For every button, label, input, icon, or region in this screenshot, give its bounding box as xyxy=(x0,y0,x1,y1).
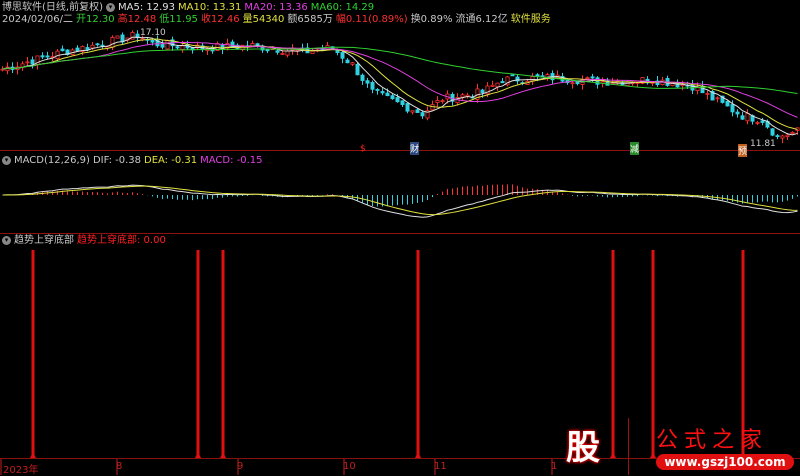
divider xyxy=(0,233,800,234)
watermark-logo: 股 公式之家 www.gszj100.com xyxy=(556,418,800,475)
signal-bar xyxy=(221,250,225,455)
candle-body xyxy=(255,43,260,46)
indicator-value: : 0.00 xyxy=(137,235,166,246)
candle-body xyxy=(755,122,760,124)
x-tick: 9 xyxy=(237,461,244,472)
candle-body xyxy=(480,89,485,94)
candle-body xyxy=(165,40,170,50)
x-tick: 8 xyxy=(116,461,123,472)
candle-body xyxy=(785,134,790,137)
candle-body xyxy=(740,115,745,120)
candle-body xyxy=(385,92,390,97)
candle-body xyxy=(275,50,280,53)
candle-body xyxy=(30,59,35,65)
high-price-label: 17.10 xyxy=(140,28,166,38)
candle-body xyxy=(160,43,165,48)
candle-body xyxy=(730,104,735,113)
candle-body xyxy=(85,47,90,51)
candle-body xyxy=(395,97,400,103)
candle-body xyxy=(625,81,630,87)
candle-body xyxy=(760,120,765,123)
candle-body xyxy=(780,135,785,139)
candle-body xyxy=(265,49,270,52)
candle-body xyxy=(340,52,345,59)
macd-title: MACD(12,26,9) xyxy=(14,155,90,166)
candle-body xyxy=(500,81,505,84)
dif-value: DIF: -0.38 xyxy=(92,155,141,166)
candle-body xyxy=(40,55,45,58)
candle-body xyxy=(110,37,115,48)
candle-body xyxy=(360,74,365,81)
candle-body xyxy=(90,44,95,49)
candle-body xyxy=(585,77,590,80)
candle-body xyxy=(440,100,445,103)
logo-url: www.gszj100.com xyxy=(656,454,794,470)
candle-body xyxy=(345,59,350,64)
x-tick: 11 xyxy=(434,461,447,472)
indicator-title: 趋势上穿底部 xyxy=(14,235,74,246)
candle-body xyxy=(175,46,180,49)
candle-body xyxy=(280,52,285,55)
dif-line xyxy=(2,184,798,218)
candle-body xyxy=(350,62,355,65)
candle-body xyxy=(75,47,80,52)
macd-value: MACD: -0.15 xyxy=(200,155,263,166)
candle-body xyxy=(435,99,440,103)
candle-body xyxy=(460,94,465,98)
x-tick: 2023年 xyxy=(3,465,39,476)
dropdown-icon[interactable]: ▾ xyxy=(2,235,11,245)
candle-body xyxy=(400,100,405,105)
macd-header: ▾ MACD(12,26,9) DIF: -0.38 DEA: -0.31 MACD: … xyxy=(2,155,266,167)
dea-line xyxy=(2,185,798,216)
candle-body xyxy=(510,74,515,77)
logo-text: 公式之家 xyxy=(656,428,769,453)
event-marker-forecast[interactable]: 预 xyxy=(738,144,748,157)
candle-body xyxy=(490,84,495,87)
indicator-name: 趋势上穿底部 xyxy=(77,235,137,246)
dea-value: DEA: -0.31 xyxy=(144,155,198,166)
candle-body xyxy=(150,39,155,43)
candle-body xyxy=(715,97,720,100)
candle-body xyxy=(380,91,385,94)
candle-body xyxy=(180,45,185,50)
candle-body xyxy=(25,61,30,64)
candle-body xyxy=(415,109,420,113)
candle-body xyxy=(570,82,575,85)
candle-body xyxy=(310,50,315,55)
candle-body xyxy=(775,135,780,137)
signal-bar xyxy=(196,250,200,455)
event-marker-finance[interactable]: 财 xyxy=(410,142,420,155)
candle-body xyxy=(420,112,425,117)
candle-body xyxy=(590,76,595,79)
candle-body xyxy=(725,100,730,107)
candle-body xyxy=(405,103,410,112)
candle-body xyxy=(45,55,50,58)
candle-body xyxy=(390,95,395,100)
candle-body xyxy=(770,128,775,136)
candle-body xyxy=(115,35,120,39)
signal-bar xyxy=(416,250,420,455)
candle-body xyxy=(60,48,65,52)
candle-body xyxy=(375,89,380,91)
candle-body xyxy=(735,111,740,115)
dropdown-icon[interactable]: ▾ xyxy=(2,155,11,165)
candle-body xyxy=(790,131,795,134)
event-marker[interactable]: $ xyxy=(360,144,366,154)
event-marker-reduce[interactable]: 减 xyxy=(630,142,640,155)
candle-body xyxy=(355,63,360,76)
candle-body xyxy=(95,43,100,46)
logo-char: 股 xyxy=(566,428,600,468)
divider xyxy=(0,150,800,151)
indicator-header: ▾ 趋势上穿底部 趋势上穿底部: 0.00 xyxy=(2,235,169,247)
candle-body xyxy=(495,82,500,88)
signal-bar xyxy=(31,250,35,455)
candle-body xyxy=(370,82,375,90)
candle-body xyxy=(230,41,235,48)
candle-body xyxy=(410,110,415,113)
candle-body xyxy=(745,113,750,122)
low-price-label: 11.81 xyxy=(750,139,776,149)
candle-body xyxy=(705,93,710,95)
candle-body xyxy=(365,80,370,84)
x-tick: 10 xyxy=(343,461,356,472)
